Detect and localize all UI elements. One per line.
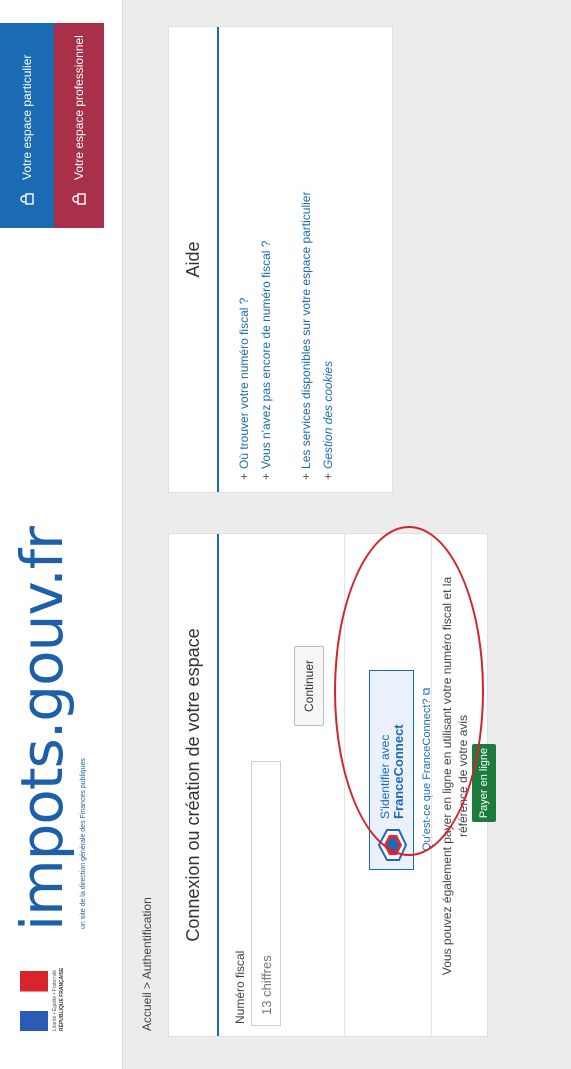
franceconnect-info-link[interactable]: Qu'est-ce que FranceConnect? ⧉ [421,688,434,851]
marianne-republique: RÉPUBLIQUE FRANÇAISE [59,967,65,1031]
espace-particulier-label: Votre espace particulier [20,54,34,180]
numero-fiscal-input[interactable] [251,761,281,1026]
site-logo[interactable]: impots.gouv.fr [8,527,76,931]
marianne-motto: Liberté • Égalité • Fraternité [52,969,58,1031]
aide-link-cookies[interactable]: +Gestion des cookies [317,192,339,480]
aide-link-label[interactable]: Où trouver votre numéro fiscal ? [237,298,251,469]
page-rotated: Liberté • Égalité • Fraternité RÉPUBLIQU… [0,0,571,1069]
aide-links: +Où trouver votre numéro fiscal ? +Vous … [233,192,339,480]
aide-link-numero-fiscal[interactable]: +Où trouver votre numéro fiscal ? [233,192,255,480]
aide-link-label[interactable]: Vous n'avez pas encore de numéro fiscal … [259,241,273,469]
aide-link-services[interactable]: +Les services disponibles sur votre espa… [295,192,317,480]
site-tagline: un site de la direction générale des Fin… [80,758,87,929]
divider [344,534,345,1036]
espace-professionnel-label: Votre espace professionnel [72,35,86,180]
lock-icon [20,193,34,205]
pay-info-text: Vous pouvez également payer en ligne en … [440,576,470,976]
espace-particulier-button[interactable]: Votre espace particulier [0,23,54,228]
payer-en-ligne-button[interactable]: Payer en ligne [472,744,496,822]
franceconnect-line2: FranceConnect [390,724,406,819]
login-card: Connexion ou création de votre espace Nu… [168,526,496,1037]
aide-link-pas-numero[interactable]: +Vous n'avez pas encore de numéro fiscal… [255,192,277,480]
marianne-text: Liberté • Égalité • Fraternité RÉPUBLIQU… [52,961,66,1031]
continuer-button[interactable]: Continuer [294,646,324,726]
login-title: Connexion ou création de votre espace [169,534,219,1036]
franceconnect-text: S'identifier avec FranceConnect [377,724,406,819]
divider [431,534,432,1036]
espace-professionnel-button[interactable]: Votre espace professionnel [54,23,104,228]
aide-card: Aide +Où trouver votre numéro fiscal ? +… [168,26,393,493]
aide-title: Aide [169,27,219,492]
numero-fiscal-label: Numéro fiscal [233,950,247,1024]
lock-icon [72,193,86,205]
aide-link-label[interactable]: Les services disponibles sur votre espac… [299,192,313,469]
franceconnect-line1: S'identifier avec [377,734,392,819]
aide-link-label[interactable]: Gestion des cookies [321,361,335,469]
republique-flag-logo [20,971,48,1031]
franceconnect-logo-icon [377,829,407,861]
site-header: Liberté • Égalité • Fraternité RÉPUBLIQU… [0,0,123,1069]
franceconnect-button[interactable]: S'identifier avec FranceConnect [369,670,414,870]
breadcrumb[interactable]: Accueil > Authentification [140,897,154,1031]
